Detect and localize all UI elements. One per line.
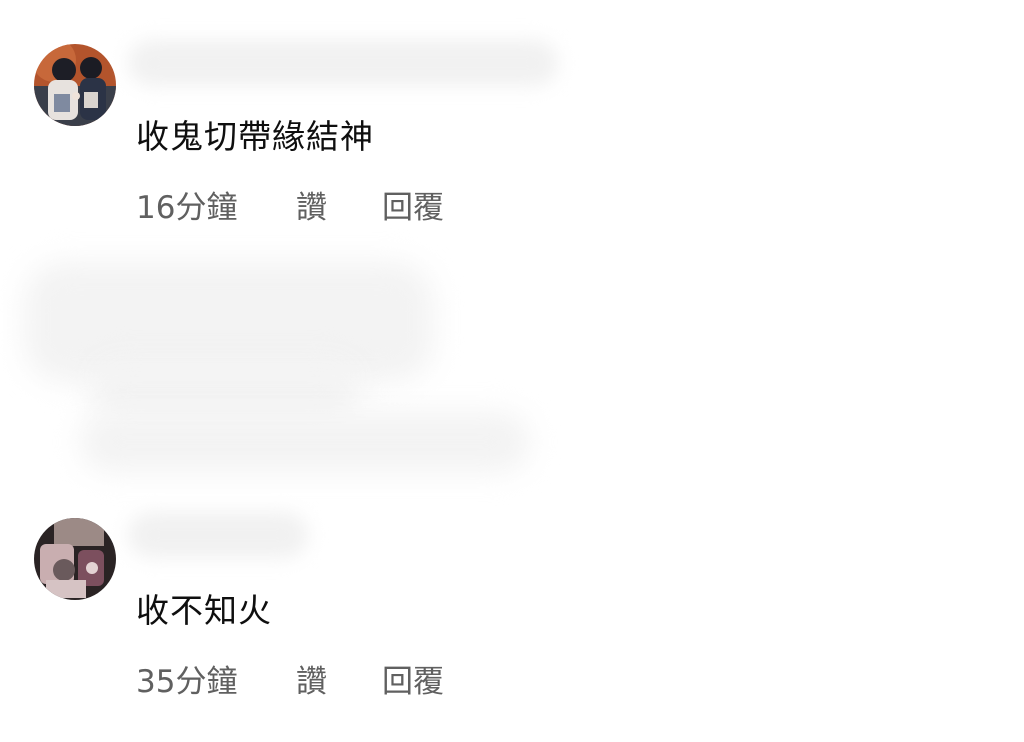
username-redacted [128,512,308,558]
avatar[interactable] [34,518,116,600]
comment-item: 收不知火 35分鐘 讚 回覆 [0,0,1024,742]
comment-text: 收不知火 [136,591,272,630]
comment-actions: 35分鐘 讚 回覆 [136,656,444,700]
like-button[interactable]: 讚 [296,656,382,701]
avatar-image [34,518,116,600]
comment-timestamp: 35分鐘 [136,663,238,700]
reply-button[interactable]: 回覆 [382,656,444,701]
